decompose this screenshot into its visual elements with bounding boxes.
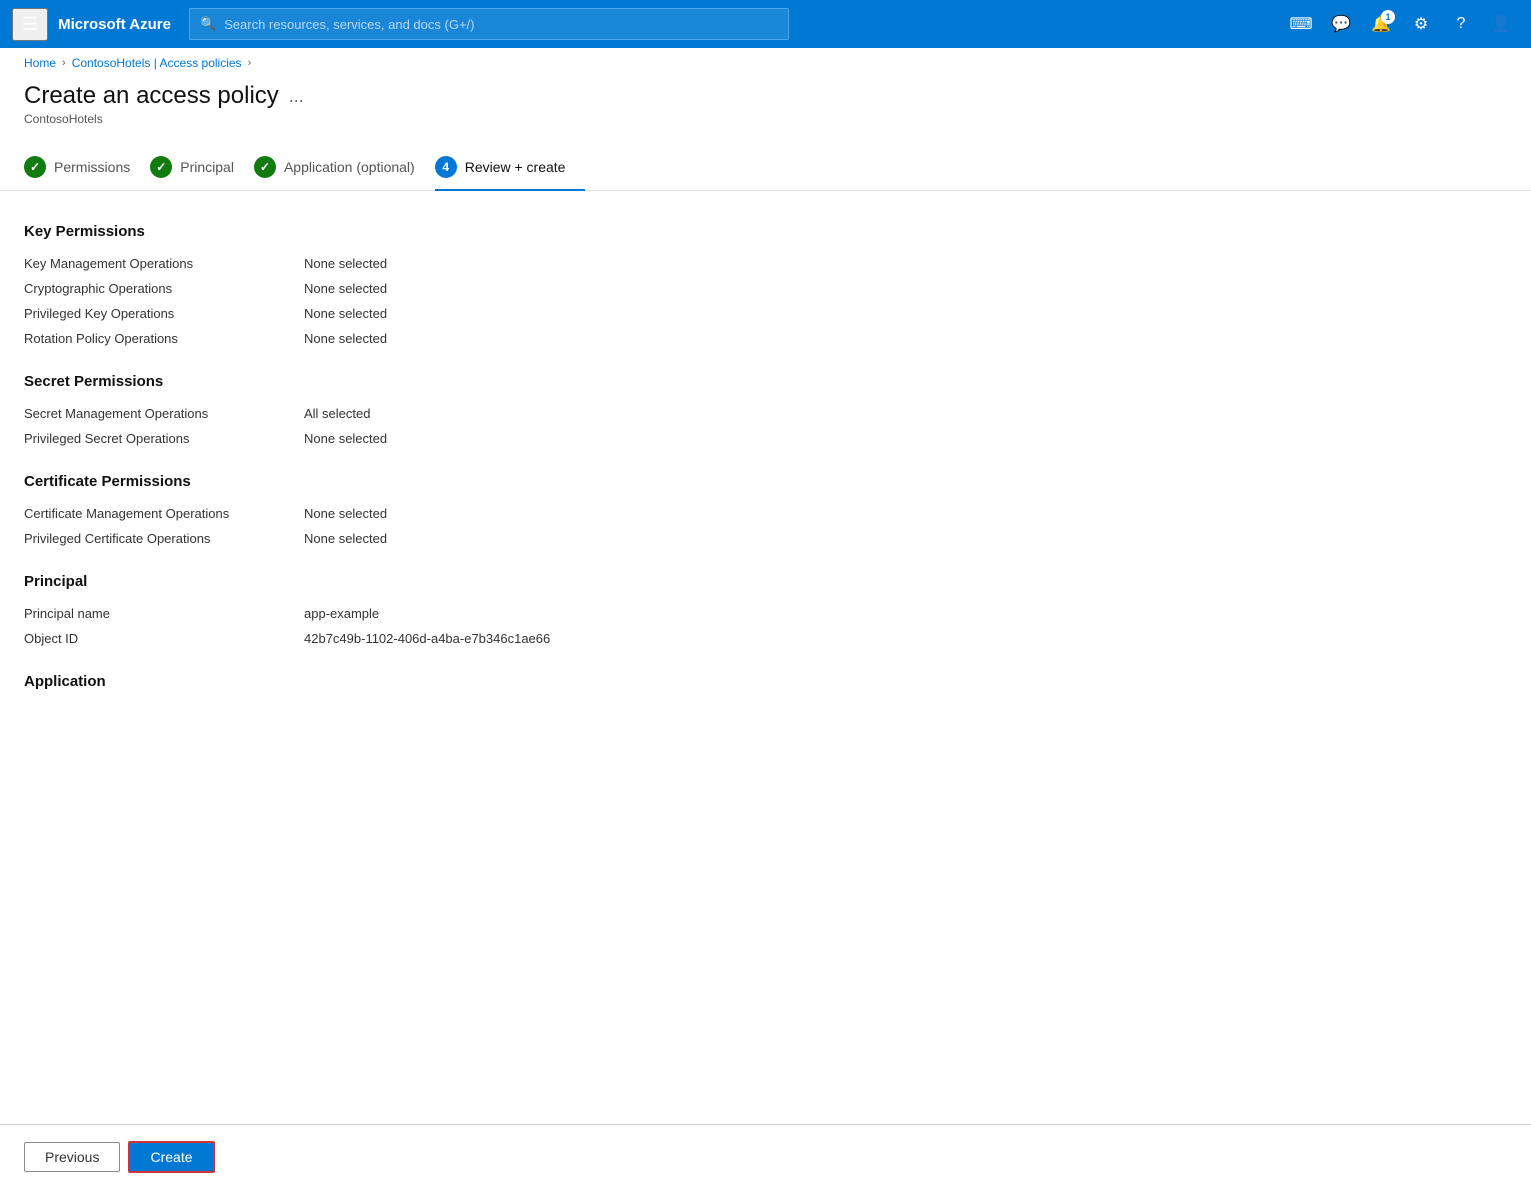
cert-permissions-title: Certificate Permissions: [24, 473, 1507, 490]
topbar-icons: ⌨ 💬 🔔 1 ⚙ ? 👤: [1283, 6, 1519, 42]
page-header: Create an access policy ... ContosoHotel…: [0, 74, 1531, 130]
hamburger-menu-button[interactable]: ☰: [12, 8, 48, 41]
privileged-secret-row: Privileged Secret Operations None select…: [24, 431, 1507, 446]
wizard-steps: ✓ Permissions ✓ Principal ✓ Application …: [0, 130, 1531, 191]
breadcrumb-parent[interactable]: ContosoHotels | Access policies: [72, 56, 242, 70]
page-title: Create an access policy: [24, 82, 279, 110]
privileged-key-row: Privileged Key Operations None selected: [24, 306, 1507, 321]
privileged-cert-label: Privileged Certificate Operations: [24, 531, 304, 546]
user-icon: 👤: [1491, 14, 1511, 34]
search-input[interactable]: [224, 17, 778, 32]
crypto-ops-row: Cryptographic Operations None selected: [24, 281, 1507, 296]
settings-button[interactable]: ⚙: [1403, 6, 1439, 42]
step-circle-review: 4: [435, 156, 457, 178]
search-bar[interactable]: 🔍: [189, 8, 789, 40]
notifications-button[interactable]: 🔔 1: [1363, 6, 1399, 42]
key-permissions-title: Key Permissions: [24, 223, 1507, 240]
privileged-secret-value: None selected: [304, 431, 387, 446]
crypto-ops-label: Cryptographic Operations: [24, 281, 304, 296]
secret-mgmt-value: All selected: [304, 406, 370, 421]
page-title-more-button[interactable]: ...: [289, 86, 304, 107]
object-id-row: Object ID 42b7c49b-1102-406d-a4ba-e7b346…: [24, 631, 1507, 646]
privileged-cert-row: Privileged Certificate Operations None s…: [24, 531, 1507, 546]
account-button[interactable]: 👤: [1483, 6, 1519, 42]
cloud-shell-button[interactable]: ⌨: [1283, 6, 1319, 42]
breadcrumb-separator-1: ›: [62, 57, 66, 69]
crypto-ops-value: None selected: [304, 281, 387, 296]
secret-mgmt-label: Secret Management Operations: [24, 406, 304, 421]
wizard-step-application[interactable]: ✓ Application (optional): [254, 146, 435, 190]
topbar: ☰ Microsoft Azure 🔍 ⌨ 💬 🔔 1 ⚙ ? 👤: [0, 0, 1531, 48]
key-mgmt-label: Key Management Operations: [24, 256, 304, 271]
object-id-value: 42b7c49b-1102-406d-a4ba-e7b346c1ae66: [304, 631, 550, 646]
step-circle-application: ✓: [254, 156, 276, 178]
search-icon: 🔍: [200, 16, 216, 32]
key-mgmt-row: Key Management Operations None selected: [24, 256, 1507, 271]
previous-button[interactable]: Previous: [24, 1142, 120, 1172]
breadcrumb-home[interactable]: Home: [24, 56, 56, 70]
create-button[interactable]: Create: [128, 1141, 214, 1173]
privileged-secret-label: Privileged Secret Operations: [24, 431, 304, 446]
cert-mgmt-label: Certificate Management Operations: [24, 506, 304, 521]
step-circle-permissions: ✓: [24, 156, 46, 178]
step-label-permissions: Permissions: [54, 159, 130, 175]
step-label-application: Application (optional): [284, 159, 415, 175]
help-button[interactable]: ?: [1443, 6, 1479, 42]
cert-mgmt-value: None selected: [304, 506, 387, 521]
secret-mgmt-row: Secret Management Operations All selecte…: [24, 406, 1507, 421]
step-label-review: Review + create: [465, 159, 566, 175]
rotation-policy-label: Rotation Policy Operations: [24, 331, 304, 346]
azure-logo: Microsoft Azure: [58, 16, 171, 33]
help-icon: ?: [1457, 15, 1466, 33]
gear-icon: ⚙: [1414, 14, 1428, 34]
principal-name-label: Principal name: [24, 606, 304, 621]
rotation-policy-row: Rotation Policy Operations None selected: [24, 331, 1507, 346]
feedback-icon: 💬: [1331, 14, 1351, 34]
principal-name-row: Principal name app-example: [24, 606, 1507, 621]
principal-name-value: app-example: [304, 606, 379, 621]
application-title: Application: [24, 673, 1507, 690]
step-label-principal: Principal: [180, 159, 234, 175]
principal-title: Principal: [24, 573, 1507, 590]
feedback-button[interactable]: 💬: [1323, 6, 1359, 42]
privileged-cert-value: None selected: [304, 531, 387, 546]
secret-permissions-title: Secret Permissions: [24, 373, 1507, 390]
main-content: Key Permissions Key Management Operation…: [0, 191, 1531, 806]
cloud-shell-icon: ⌨: [1289, 14, 1312, 34]
wizard-step-review[interactable]: 4 Review + create: [435, 146, 586, 190]
privileged-key-label: Privileged Key Operations: [24, 306, 304, 321]
wizard-step-permissions[interactable]: ✓ Permissions: [24, 146, 150, 190]
breadcrumb: Home › ContosoHotels | Access policies ›: [0, 48, 1531, 74]
cert-mgmt-row: Certificate Management Operations None s…: [24, 506, 1507, 521]
wizard-step-principal[interactable]: ✓ Principal: [150, 146, 254, 190]
action-bar: Previous Create: [0, 1124, 1531, 1189]
rotation-policy-value: None selected: [304, 331, 387, 346]
privileged-key-value: None selected: [304, 306, 387, 321]
key-mgmt-value: None selected: [304, 256, 387, 271]
breadcrumb-separator-2: ›: [248, 57, 252, 69]
notification-badge: 1: [1381, 10, 1395, 24]
page-subtitle: ContosoHotels: [24, 112, 1507, 126]
object-id-label: Object ID: [24, 631, 304, 646]
step-circle-principal: ✓: [150, 156, 172, 178]
